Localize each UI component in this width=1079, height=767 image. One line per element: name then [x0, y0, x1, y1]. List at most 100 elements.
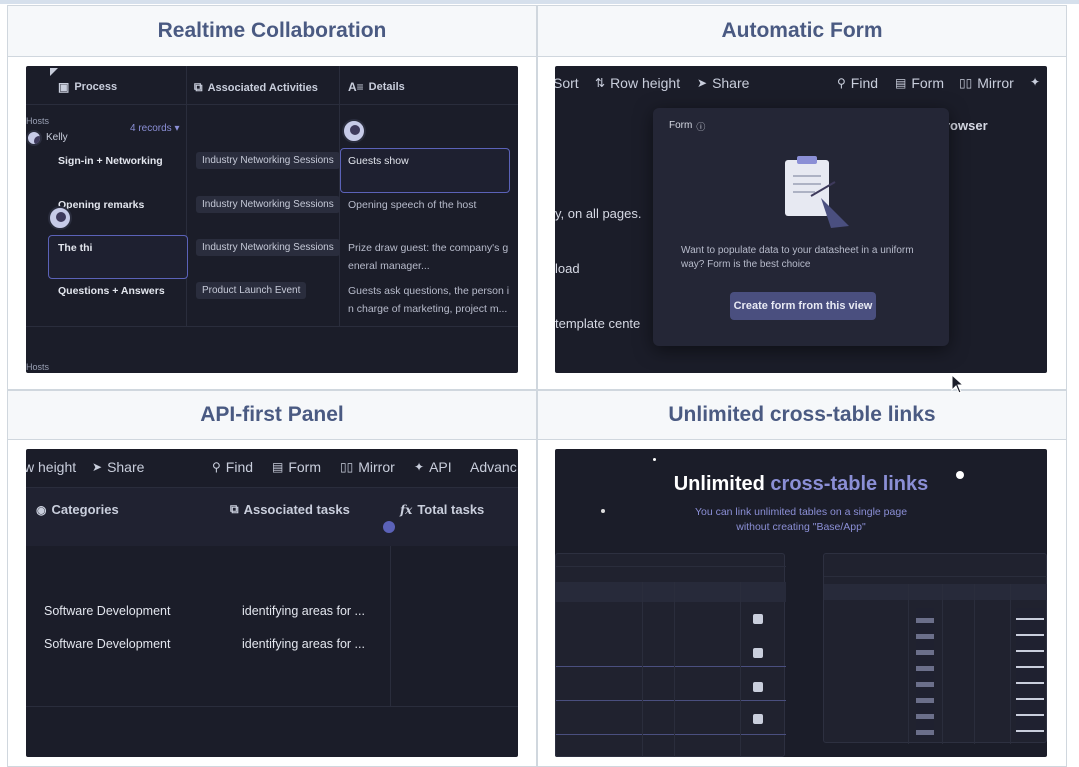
row-details[interactable]: Guests show: [348, 155, 409, 167]
process-icon: ▣: [58, 80, 70, 94]
mini-table-right: [823, 553, 1047, 744]
title-plain: Unlimited: [673, 473, 765, 495]
form-popup: Form ⓘ Want to populate data to your data…: [653, 108, 949, 346]
toolbar-api[interactable]: ✦ API: [414, 459, 452, 475]
create-form-button[interactable]: Create form from this view: [730, 292, 876, 320]
toolbar-label: Share: [712, 75, 750, 91]
header-divider: [26, 104, 518, 105]
column-label: Associated Activities: [207, 81, 318, 94]
corner-marker: [50, 68, 58, 76]
api-row-task[interactable]: identifying areas for ...: [242, 637, 365, 651]
subtitle-line: You can link unlimited tables on a singl…: [694, 506, 908, 518]
api-row-task[interactable]: identifying areas for ...: [242, 604, 365, 618]
resize-dot[interactable]: [383, 521, 395, 533]
toolbar-label: API: [429, 459, 452, 475]
collaborator-avatar: [48, 206, 72, 230]
mini-table-left: [555, 553, 786, 757]
column-header-process[interactable]: ▣ Process: [58, 80, 117, 94]
popup-description: Want to populate data to your datasheet …: [681, 245, 914, 270]
column-label: Process: [74, 81, 118, 93]
column-header-details[interactable]: A≡ Details: [348, 80, 405, 94]
row-activity-tag[interactable]: Product Launch Event: [196, 282, 307, 299]
link-icon: ⧉: [194, 80, 203, 94]
mini-line: [824, 576, 1047, 577]
row-process[interactable]: Questions + Answers: [58, 285, 165, 297]
title-accent: cross-table links: [770, 473, 929, 495]
card-title-form: Automatic Form: [537, 5, 1067, 57]
text-icon: A≡: [348, 80, 364, 94]
footer-group-label: Hosts: [26, 362, 50, 372]
toolbar-label: Form: [288, 459, 322, 475]
toolbar-sort[interactable]: Sort: [555, 75, 579, 91]
col-divider: [390, 546, 391, 706]
row-details-cont: n charge of marketing, project m...: [348, 303, 508, 315]
toolbar-mirror[interactable]: ▯▯ Mirror: [959, 75, 1014, 91]
api-row-category[interactable]: Software Development: [44, 604, 170, 618]
column-header-categories[interactable]: ◉ Categories: [36, 502, 119, 517]
column-header-associated[interactable]: ⧉ Associated tasks: [230, 502, 350, 517]
row-process[interactable]: Opening remarks: [58, 199, 144, 211]
toolbar-form[interactable]: ▤ Form: [895, 75, 944, 91]
mini-line: [674, 582, 675, 757]
toolbar-find[interactable]: ⚲ Find: [212, 459, 253, 475]
plugin-icon: ✦: [1030, 75, 1041, 89]
toolbar-label: Share: [107, 459, 145, 475]
mini-header-band: [824, 584, 1047, 600]
mirror-icon: ▯▯: [959, 76, 973, 90]
search-icon: ⚲: [837, 76, 846, 90]
side-text-right: rowser: [945, 118, 988, 133]
card-title-links: Unlimited cross-table links: [537, 390, 1067, 440]
row-activity-tag[interactable]: Industry Networking Sessions: [196, 239, 340, 256]
toolbar-mirror[interactable]: ▯▯ Mirror: [340, 459, 395, 475]
mini-line: [908, 584, 909, 744]
user-avatar: [26, 130, 42, 146]
group-user: Kelly: [46, 132, 68, 143]
mini-icon: [753, 648, 763, 658]
toolbar-label: Sort: [555, 75, 579, 91]
side-text-left: load: [555, 261, 580, 276]
toolbar-advanced[interactable]: Advanc: [470, 459, 517, 475]
row-process[interactable]: Sign-in + Networking: [58, 155, 163, 167]
row-process[interactable]: The thi: [58, 242, 92, 254]
mini-line: [556, 666, 786, 667]
api-row-category[interactable]: Software Development: [44, 637, 170, 651]
toolbar-form[interactable]: ▤ Form: [272, 459, 321, 475]
toolbar-label: w height: [26, 459, 77, 475]
search-icon: ⚲: [212, 460, 221, 474]
header-band: [26, 488, 518, 546]
formula-icon: fx: [400, 502, 413, 517]
toolbar-row-height[interactable]: ⇅ Row height: [595, 75, 680, 91]
mini-line: [556, 566, 786, 567]
toolbar-share[interactable]: ➤ Share: [92, 459, 144, 475]
form-icon: ▤: [272, 460, 284, 474]
toolbar-label: Mirror: [358, 459, 395, 475]
column-label: Total tasks: [417, 502, 485, 517]
popup-title: Form ⓘ: [669, 120, 705, 133]
column-header-activities[interactable]: ⧉ Associated Activities: [194, 80, 318, 95]
mini-line: [556, 734, 786, 735]
toolbar-share[interactable]: ➤ Share: [697, 75, 749, 91]
share-icon: ➤: [697, 76, 708, 90]
group-label: Hosts: [26, 116, 50, 126]
mini-line: [740, 582, 741, 757]
row-activity-tag[interactable]: Industry Networking Sessions: [196, 152, 340, 169]
mini-line: [642, 582, 643, 757]
mini-line: [974, 584, 975, 744]
column-header-total[interactable]: fx Total tasks: [400, 502, 484, 517]
toolbar-label: Mirror: [977, 75, 1014, 91]
records-count[interactable]: 4 records ▾: [130, 123, 179, 134]
row-details[interactable]: Prize draw guest: the company's g: [348, 242, 508, 254]
card-title-collab: Realtime Collaboration: [7, 5, 537, 57]
toolbar-label: Row height: [610, 75, 681, 91]
row-details[interactable]: Guests ask questions, the person i: [348, 285, 509, 297]
clipboard-illustration: [785, 156, 849, 228]
row-activity-tag[interactable]: Industry Networking Sessions: [196, 196, 340, 213]
row-details[interactable]: Opening speech of the host: [348, 199, 476, 211]
link-icon: ⧉: [230, 502, 239, 516]
links-title: Unlimited cross-table links: [555, 473, 1047, 496]
toolbar-label: Find: [850, 75, 879, 91]
toolbar-find[interactable]: ⚲ Find: [837, 75, 878, 91]
toolbar-extra[interactable]: ✦: [1030, 75, 1040, 89]
toolbar-row-height[interactable]: w height: [26, 459, 76, 475]
mini-icon: [753, 682, 763, 692]
